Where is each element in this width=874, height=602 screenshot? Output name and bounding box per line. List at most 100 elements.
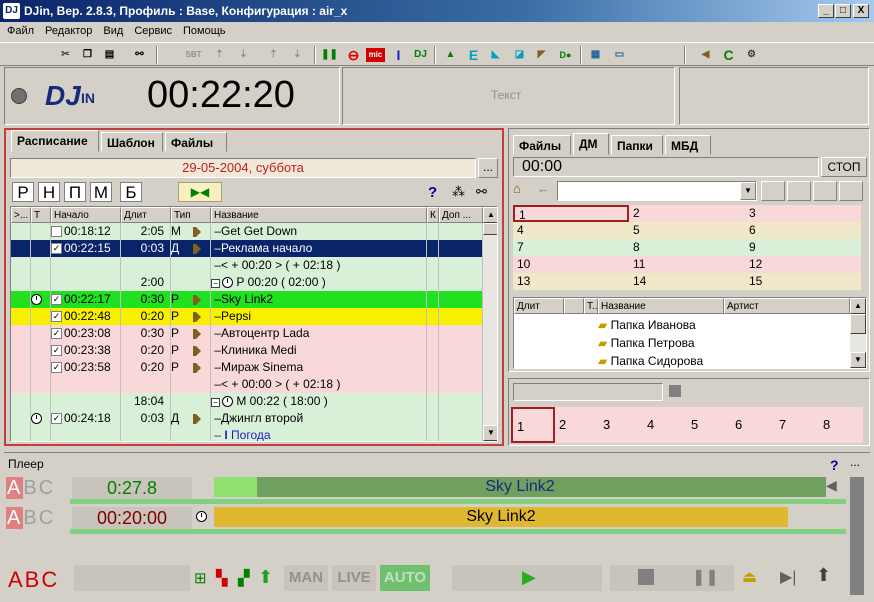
col-marker[interactable]: >... [11, 207, 31, 223]
insert-icon[interactable]: ▲ [441, 46, 460, 64]
settings-icon[interactable]: ⚙ [742, 46, 761, 64]
dm-cell[interactable]: 7 [513, 239, 629, 256]
dm-cell[interactable]: 14 [629, 273, 745, 290]
menu-service[interactable]: Сервис [127, 22, 176, 37]
scroll-up-icon[interactable]: ▲ [850, 298, 866, 314]
menu-editor[interactable]: Редактор [38, 22, 96, 37]
col-dm-name[interactable]: Название [598, 298, 724, 314]
dm-cell[interactable]: 10 [513, 256, 629, 273]
checkbox[interactable] [51, 226, 62, 238]
schedule-scrollbar[interactable]: ▲ ▼ [483, 207, 497, 441]
player-volume-bar[interactable] [850, 477, 864, 595]
dm-cell[interactable]: 13 [513, 273, 629, 290]
minimize-button[interactable]: _ [818, 4, 834, 18]
green-blocks-icon[interactable]: ▞ [238, 569, 250, 587]
volume-icon[interactable]: ◤ [532, 46, 551, 64]
player-more-button[interactable]: ... [850, 455, 860, 469]
play-icon[interactable]: ▶ [522, 567, 536, 588]
menu-help[interactable]: Помощь [176, 22, 230, 37]
scroll-down-icon[interactable]: ▼ [483, 425, 497, 441]
filter-r[interactable]: Р [12, 182, 34, 202]
dm-cell[interactable]: 9 [745, 239, 861, 256]
play-here-icon[interactable]: ▶◀ [178, 182, 222, 202]
scroll-thumb[interactable] [850, 314, 866, 334]
deck1-rewind-icon[interactable]: ◀ [826, 477, 842, 497]
speaker-icon[interactable]: ◀ [696, 46, 715, 64]
mode-live[interactable]: LIVE [332, 565, 376, 591]
folder-item[interactable]: ▰ Папка Сидорова [598, 352, 724, 368]
table-row[interactable]: – I Погода [11, 427, 483, 441]
tab-mbd[interactable]: МБД [665, 135, 711, 155]
dm-btn-1[interactable] [761, 181, 785, 201]
dm-cell[interactable]: 4 [513, 222, 629, 239]
move-down-icon[interactable]: ⇣ [234, 46, 253, 64]
mix-icon[interactable]: ◪ [510, 46, 529, 64]
checkbox[interactable]: ✓ [51, 243, 62, 255]
dm-list-scrollbar[interactable]: ▲ ▼ [850, 298, 866, 368]
col-k[interactable]: К [427, 207, 439, 223]
date-picker-button[interactable]: ... [478, 158, 498, 178]
cart-page-2[interactable]: 2 [555, 407, 599, 443]
dm-cell[interactable]: 6 [745, 222, 861, 239]
cart-page-7[interactable]: 7 [775, 407, 819, 443]
dm-cell[interactable]: 5 [629, 222, 745, 239]
dropdown-arrow-icon[interactable]: ▼ [740, 182, 756, 200]
dm-cell[interactable]: 11 [629, 256, 745, 273]
table-row[interactable]: –< + 00:20 > ( + 02:18 ) [11, 257, 483, 274]
mix-in-icon[interactable]: ◣ [486, 46, 505, 64]
pause-icon[interactable]: ❚❚ [320, 46, 339, 64]
up-arrow-icon[interactable]: ⬆ [258, 567, 273, 588]
deck2-b-button[interactable]: B [23, 507, 38, 529]
tab-template[interactable]: Шаблон [101, 132, 163, 152]
mic-button[interactable]: mic [366, 48, 385, 62]
checkbox[interactable]: ✓ [51, 311, 62, 323]
tab-dm[interactable]: ДМ [573, 133, 609, 155]
player-help-icon[interactable]: ? [830, 457, 839, 473]
checkbox[interactable]: ✓ [51, 362, 62, 374]
collapse-icon[interactable]: − [211, 398, 220, 407]
dm-btn-2[interactable] [787, 181, 811, 201]
dm-cell[interactable]: 12 [745, 256, 861, 273]
binoculars-icon[interactable]: ⚯ [130, 46, 149, 64]
bottom-abc[interactable]: ABC [8, 567, 59, 593]
deck1-b-button[interactable]: B [23, 477, 38, 499]
close-button[interactable]: X [853, 4, 869, 18]
col-duration[interactable]: Длит [121, 207, 171, 223]
add-icon[interactable]: ⊞ [194, 569, 207, 587]
cart-page-6[interactable]: 6 [731, 407, 775, 443]
cart-page-5[interactable]: 5 [687, 407, 731, 443]
dm-cell[interactable]: 8 [629, 239, 745, 256]
dm-cell[interactable]: 1 [513, 205, 629, 222]
cart-page-8[interactable]: 8 [819, 407, 863, 443]
stop-icon[interactable]: ⊖ [344, 46, 363, 64]
checkbox[interactable]: ✓ [51, 413, 62, 425]
dm-cell[interactable]: 3 [745, 205, 861, 222]
scroll-up-icon[interactable]: ▲ [483, 207, 497, 223]
help-icon[interactable]: ? [428, 184, 437, 201]
export-icon[interactable]: ▦ [586, 46, 605, 64]
table-row[interactable]: ✓ 00:23:38 0:20 Р –Клиника Medi [11, 342, 483, 359]
align-up-icon[interactable]: ⇡ [264, 46, 283, 64]
upload-icon[interactable]: ⬆ [816, 565, 831, 586]
col-extra[interactable]: Доп ... [439, 207, 483, 223]
table-row[interactable]: ✓ 00:24:18 0:03 Д –Джингл второй [11, 410, 483, 427]
deck2-progress[interactable]: Sky Link2 [214, 507, 788, 527]
maximize-button[interactable]: □ [835, 4, 851, 18]
folder-item[interactable]: ▰ Папка Иванова [598, 316, 724, 334]
cart-field[interactable] [513, 383, 663, 401]
dj-button[interactable]: DJ [411, 46, 430, 64]
table-row[interactable]: 2:00 − Р 00:20 ( 02:00 ) [11, 274, 483, 291]
deck1-progress[interactable]: Sky Link2 [214, 477, 826, 497]
filter-p[interactable]: П [64, 182, 86, 202]
dm-cell[interactable]: 15 [745, 273, 861, 290]
cart-page-3[interactable]: 3 [599, 407, 643, 443]
table-row[interactable]: ✓ 00:22:17 0:30 Р –Sky Link2 [11, 291, 483, 308]
table-row[interactable]: ✓ 00:23:08 0:30 Р –Автоцентр Lada [11, 325, 483, 342]
folder-item[interactable]: ▰ Папка Петрова [598, 334, 724, 352]
table-row[interactable]: 00:18:12 2:05 М –Get Get Down [11, 223, 483, 240]
eject-icon[interactable]: ⏏ [742, 567, 757, 587]
tab-folders[interactable]: Папки [611, 135, 663, 155]
e-button[interactable]: E [464, 46, 483, 64]
scroll-thumb[interactable] [483, 223, 497, 235]
player-stop-icon[interactable] [638, 569, 654, 585]
